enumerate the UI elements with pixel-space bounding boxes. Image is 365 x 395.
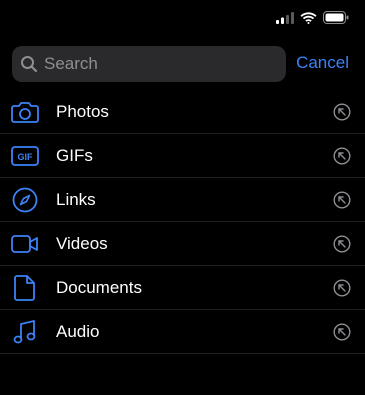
jump-arrow-icon[interactable] [333, 191, 351, 209]
status-bar [0, 0, 365, 36]
list-item-label: Documents [56, 278, 142, 297]
search-icon [21, 56, 38, 73]
svg-text:GIF: GIF [18, 152, 34, 162]
battery-icon [323, 11, 349, 24]
list-item-label: Photos [56, 102, 109, 121]
signal-icon [276, 11, 294, 24]
list-item-label: Links [56, 190, 96, 209]
list-item-label: Audio [56, 322, 100, 341]
list-item-videos[interactable]: Videos [0, 222, 365, 266]
compass-icon [10, 185, 40, 215]
list-item-documents[interactable]: Documents [0, 266, 365, 310]
media-category-list: Photos GIF GIFs Links Videos Documents A… [0, 90, 365, 354]
search-input[interactable] [44, 54, 274, 74]
list-item-label: Videos [56, 234, 108, 253]
document-icon [10, 273, 40, 303]
search-field[interactable] [12, 46, 286, 82]
gif-icon: GIF [10, 141, 40, 171]
jump-arrow-icon[interactable] [333, 235, 351, 253]
cancel-button[interactable]: Cancel [296, 53, 349, 73]
list-item-gifs[interactable]: GIF GIFs [0, 134, 365, 178]
camera-icon [10, 97, 40, 127]
search-row: Cancel [12, 46, 349, 82]
list-item-photos[interactable]: Photos [0, 90, 365, 134]
list-item-label: GIFs [56, 146, 93, 165]
jump-arrow-icon[interactable] [333, 323, 351, 341]
jump-arrow-icon[interactable] [333, 279, 351, 297]
list-item-audio[interactable]: Audio [0, 310, 365, 354]
status-icons [276, 11, 349, 24]
video-icon [10, 229, 40, 259]
jump-arrow-icon[interactable] [333, 103, 351, 121]
wifi-icon [300, 11, 317, 24]
jump-arrow-icon[interactable] [333, 147, 351, 165]
divider [0, 353, 365, 354]
list-item-links[interactable]: Links [0, 178, 365, 222]
music-note-icon [10, 317, 40, 347]
